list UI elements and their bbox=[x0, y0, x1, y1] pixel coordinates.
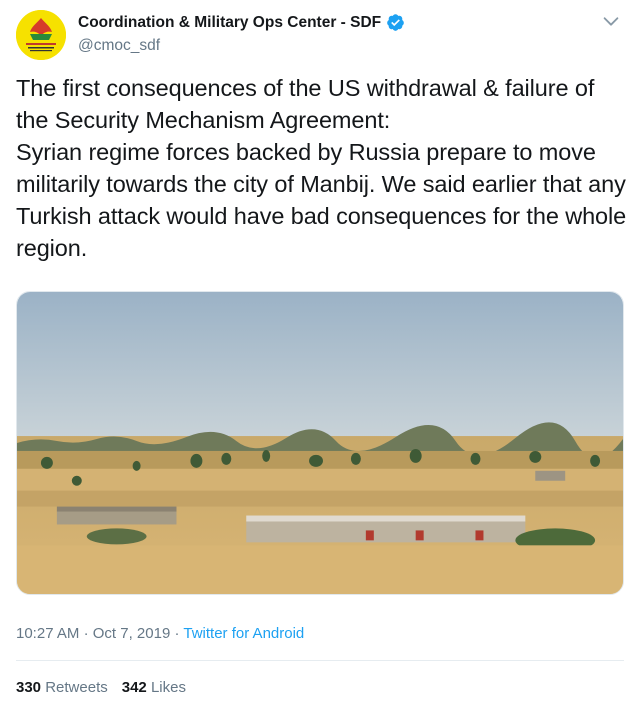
separator: · bbox=[174, 625, 180, 642]
separator: · bbox=[83, 625, 89, 642]
landscape-photo bbox=[17, 292, 623, 594]
tweet-line: The first consequences of the US withdra… bbox=[16, 75, 595, 133]
tweet-photo[interactable] bbox=[16, 291, 624, 595]
tweet-time[interactable]: 10:27 AM bbox=[16, 625, 79, 642]
divider bbox=[16, 660, 624, 661]
tweet-date[interactable]: Oct 7, 2019 bbox=[93, 625, 171, 642]
handle[interactable]: @cmoc_sdf bbox=[78, 37, 405, 55]
likes-count: 342 bbox=[121, 679, 147, 696]
tweet-line: Syrian regime forces backed by Russia pr… bbox=[16, 139, 627, 261]
verified-badge-icon bbox=[387, 14, 404, 31]
chevron-down-icon[interactable] bbox=[600, 10, 622, 32]
tweet-meta: 10:27 AM · Oct 7, 2019 · Twitter for And… bbox=[16, 625, 304, 642]
retweets-label: Retweets bbox=[45, 679, 108, 696]
tweet-source-link[interactable]: Twitter for Android bbox=[183, 625, 304, 642]
retweets-stat[interactable]: 330 Retweets bbox=[16, 679, 108, 696]
display-name[interactable]: Coordination & Military Ops Center - SDF bbox=[78, 14, 381, 32]
sdf-logo-icon bbox=[16, 10, 66, 60]
tweet-text: The first consequences of the US withdra… bbox=[16, 72, 628, 264]
likes-stat[interactable]: 342 Likes bbox=[122, 679, 186, 696]
tweet-header: Coordination & Military Ops Center - SDF… bbox=[16, 10, 624, 62]
tweet-stats: 330 Retweets 342 Likes bbox=[16, 679, 186, 696]
likes-label: Likes bbox=[150, 679, 186, 696]
retweets-count: 330 bbox=[16, 679, 42, 696]
avatar[interactable] bbox=[16, 10, 66, 60]
